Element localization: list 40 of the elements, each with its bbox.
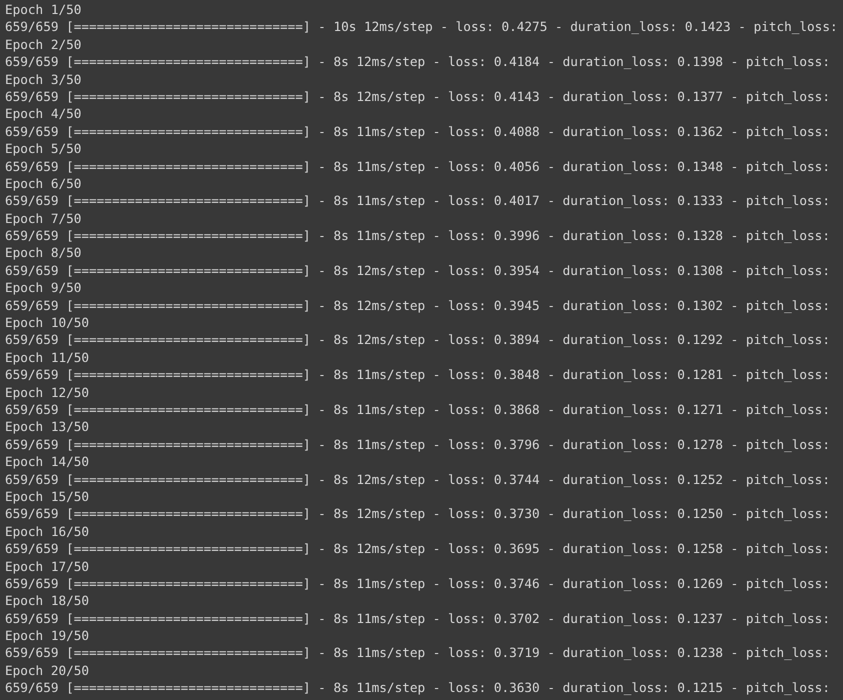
console-line: Epoch 11/50 [5, 348, 90, 366]
console-line: 659/659 [==============================] - 8s 12ms/step - loss: 0.3894 - duration_loss: 0.1292 - pitch_loss: [5, 331, 830, 349]
console-line: 659/659 [==============================] - 8s 11ms/step - loss: 0.3702 - duration_loss: 0.1237 - pitch_loss: [5, 610, 830, 628]
console-line: Epoch 13/50 [5, 418, 90, 436]
console-line: Epoch 16/50 [5, 522, 90, 540]
console-line: 659/659 [==============================] - 8s 11ms/step - loss: 0.4056 - duration_loss: 0.1348 - pitch_loss: [5, 158, 830, 175]
console-line: Epoch 18/50 [5, 592, 90, 610]
console-line: 659/659 [==============================] - 8s 11ms/step - loss: 0.3630 - duration_loss: 0.1215 - pitch_loss: [5, 679, 830, 697]
console-line: 659/659 [==============================] - 8s 12ms/step - loss: 0.3730 - duration_loss: 0.1250 - pitch_loss: [5, 505, 830, 523]
console-line: 659/659 [==============================] - 8s 11ms/step - loss: 0.3996 - duration_loss: 0.1328 - pitch_loss: [5, 227, 830, 244]
console-line: Epoch 7/50 [5, 210, 82, 228]
console-line: Epoch 5/50 [5, 140, 82, 158]
console-line: 659/659 [==============================] - 8s 12ms/step - loss: 0.4143 - duration_loss: 0.1377 - pitch_loss: [5, 88, 830, 106]
console-line: Epoch 1/50 [5, 1, 82, 18]
console-line: Epoch 10/50 [5, 314, 90, 332]
console-line: Epoch 20/50 [5, 662, 90, 680]
console-line: Epoch 6/50 [5, 174, 82, 192]
console-line: Epoch 2/50 [5, 36, 82, 54]
console-line: Epoch 19/50 [5, 627, 90, 644]
console-line: 659/659 [==============================] - 8s 11ms/step - loss: 0.4088 - duration_loss: 0.1362 - pitch_loss: [5, 122, 830, 140]
console-line: Epoch 8/50 [5, 244, 82, 262]
console-line: 659/659 [==============================] - 8s 11ms/step - loss: 0.3868 - duration_loss: 0.1271 - pitch_loss: [5, 400, 830, 418]
console-line: 659/659 [==============================] - 8s 12ms/step - loss: 0.4184 - duration_loss: 0.1398 - pitch_loss: [5, 53, 830, 71]
console-line: 659/659 [==============================] - 8s 12ms/step - loss: 0.3744 - duration_loss: 0.1252 - pitch_loss: [5, 470, 830, 488]
console-line: Epoch 3/50 [5, 70, 82, 88]
console-line: 659/659 [==============================] - 8s 12ms/step - loss: 0.3695 - duration_loss: 0.1258 - pitch_loss: [5, 540, 830, 558]
console-line: Epoch 9/50 [5, 279, 82, 297]
console-line: 659/659 [==============================] - 10s 12ms/step - loss: 0.4275 - duration_loss: 0.1423 - pitch_loss: [5, 18, 838, 36]
console-line: 659/659 [==============================] - 8s 11ms/step - loss: 0.3746 - duration_loss: 0.1269 - pitch_loss: [5, 574, 830, 592]
console-line: 659/659 [==============================] - 8s 11ms/step - loss: 0.3848 - duration_loss: 0.1281 - pitch_loss: [5, 366, 830, 384]
console-line: 659/659 [==============================] - 8s 12ms/step - loss: 0.3945 - duration_loss: 0.1302 - pitch_loss: [5, 296, 830, 314]
console-line: Epoch 12/50 [5, 384, 90, 401]
console-line: 659/659 [==============================] - 8s 11ms/step - loss: 0.4017 - duration_loss: 0.1333 - pitch_loss: [5, 192, 830, 210]
console-line: Epoch 4/50 [5, 105, 82, 123]
console-line: 659/659 [==============================] - 8s 12ms/step - loss: 0.3954 - duration_loss: 0.1308 - pitch_loss: [5, 262, 830, 280]
console-line: Epoch 14/50 [5, 453, 90, 471]
console-line: Epoch 15/50 [5, 488, 90, 506]
console-line: Epoch 17/50 [5, 558, 90, 575]
console-line: 659/659 [==============================] - 8s 11ms/step - loss: 0.3796 - duration_loss: 0.1278 - pitch_loss: [5, 436, 830, 454]
console-line: 659/659 [==============================] - 8s 11ms/step - loss: 0.3719 - duration_loss: 0.1238 - pitch_loss: [5, 644, 830, 662]
